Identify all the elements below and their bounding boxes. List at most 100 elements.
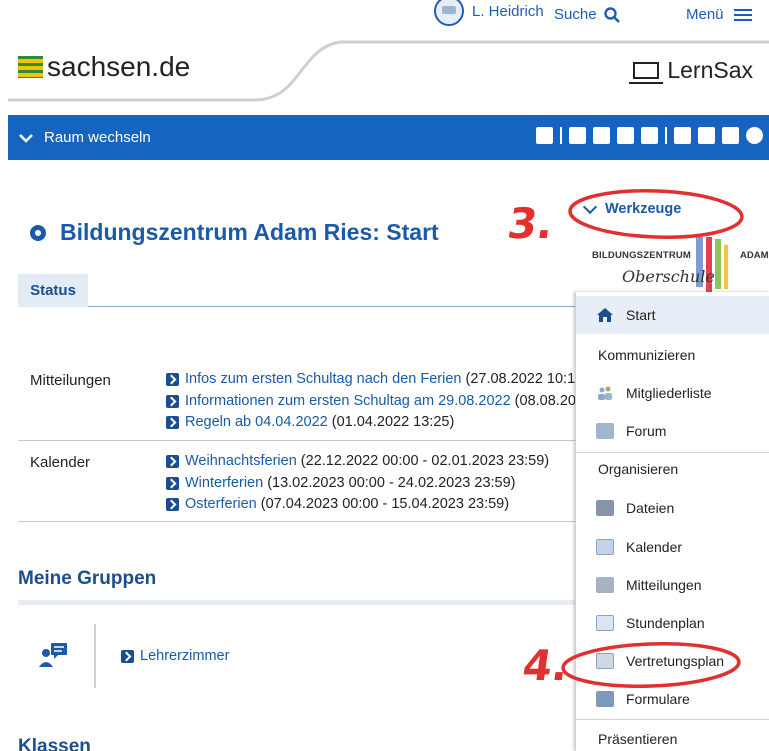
room-switch-button[interactable]: Raum wechseln	[8, 129, 151, 146]
arrow-bullet-icon	[166, 476, 179, 490]
tool-start[interactable]: Start	[576, 296, 769, 334]
tool-dateien[interactable]: Dateien	[576, 489, 769, 527]
annotation-step-3: 3.	[504, 199, 557, 248]
list-item[interactable]: Informationen zum ersten Schultag am 29.…	[166, 391, 578, 413]
mitteilung-link[interactable]: Informationen zum ersten Schultag am 29.…	[185, 393, 511, 409]
list-item[interactable]: Regeln ab 04.04.2022 (01.04.2022 13:25)	[166, 412, 578, 434]
tool-mitteilungen[interactable]: Mitteilungen	[576, 566, 769, 604]
chevron-down-icon	[19, 133, 33, 143]
room-switch-label: Raum wechseln	[44, 129, 151, 146]
tool-label: Mitgliederliste	[626, 385, 712, 401]
tool-label: Forum	[626, 423, 667, 439]
tools-menu: Start Kommunizieren Mitgliederliste Foru…	[575, 292, 769, 751]
mitteilung-meta: (27.08.2022 10:1	[461, 371, 576, 387]
substitution-plan-icon	[596, 653, 614, 669]
print-icon[interactable]	[722, 127, 739, 144]
arrow-bullet-icon	[166, 416, 179, 430]
tool-label: Formulare	[626, 691, 690, 707]
calendar-icon	[596, 539, 614, 555]
gruppen-list: Lehrerzimmer	[121, 646, 421, 668]
mitteilung-link[interactable]: Regeln ab 04.04.2022	[185, 414, 328, 430]
kalender-list: Weihnachtsferien (22.12.2022 00:00 - 02.…	[166, 451, 578, 516]
group-divider	[94, 624, 96, 688]
row-divider	[18, 440, 578, 441]
notice-icon	[596, 577, 614, 593]
school-name-line1: BILDUNGSZENTRUM	[592, 250, 692, 261]
page-title-text: Bildungszentrum Adam Ries: Start	[60, 219, 439, 245]
page-title: Bildungszentrum Adam Ries: Start	[30, 219, 439, 246]
arrow-bullet-icon	[166, 498, 179, 512]
arrow-bullet-icon	[121, 650, 134, 664]
klassen-heading: Klassen	[18, 736, 91, 751]
bookmark-icon[interactable]	[641, 127, 658, 144]
mitteilungen-list: Infos zum ersten Schultag nach den Ferie…	[166, 369, 578, 434]
arrow-bullet-icon	[166, 455, 179, 469]
kalender-label: Kalender	[30, 454, 91, 471]
school-name-line2: ADAM	[740, 250, 769, 261]
logo-stripe	[724, 245, 728, 289]
section-kommunizieren: Kommunizieren	[598, 347, 696, 363]
edit-icon[interactable]	[593, 127, 610, 144]
room-indicator-icon	[30, 224, 46, 241]
annotation-step-4: 4.	[519, 641, 572, 690]
logo-stripe	[715, 239, 721, 289]
mitteilung-meta: (08.08.20	[510, 392, 576, 409]
werkzeuge-toggle[interactable]: Werkzeuge	[582, 199, 682, 217]
gruppen-heading: Meine Gruppen	[18, 568, 157, 589]
app-name: LernSax	[667, 57, 753, 83]
tab-status[interactable]: Status	[18, 274, 88, 307]
arrow-bullet-icon	[166, 373, 179, 387]
sachsen-flag-icon	[18, 56, 43, 78]
section-divider	[18, 600, 578, 605]
login-icon[interactable]	[674, 127, 691, 144]
room-bar: Raum wechseln	[8, 115, 769, 160]
kalender-meta: (13.02.2023 00:00 - 24.02.2023 23:59)	[263, 474, 516, 491]
tool-label: Dateien	[626, 500, 675, 516]
room-toolbar	[536, 127, 763, 144]
list-item[interactable]: Infos zum ersten Schultag nach den Ferie…	[166, 369, 578, 391]
kalender-link[interactable]: Osterferien	[185, 496, 257, 512]
toolbar-divider	[560, 127, 562, 144]
help-icon[interactable]	[746, 127, 763, 144]
tool-mitgliederliste[interactable]: Mitgliederliste	[576, 374, 769, 412]
tool-label: Start	[626, 307, 656, 323]
sachsen-logo[interactable]: sachsen.de	[18, 51, 190, 83]
mitteilungen-label: Mitteilungen	[30, 372, 111, 389]
lernsax-logo[interactable]: LernSax	[629, 57, 753, 84]
tool-kalender[interactable]: Kalender	[576, 528, 769, 566]
mail-icon[interactable]	[569, 127, 586, 144]
tool-label: Mitteilungen	[626, 577, 702, 593]
list-item[interactable]: Lehrerzimmer	[121, 646, 421, 668]
members-icon	[596, 385, 614, 401]
row-divider	[18, 521, 578, 522]
werkzeuge-label: Werkzeuge	[605, 201, 682, 217]
gruppe-link[interactable]: Lehrerzimmer	[140, 646, 229, 668]
tool-forum[interactable]: Forum	[576, 412, 769, 450]
school-type: Oberschule	[622, 267, 715, 286]
kalender-meta: (22.12.2022 00:00 - 02.01.2023 23:59)	[296, 453, 550, 469]
toolbar-divider	[665, 127, 667, 144]
chevron-down-icon	[582, 199, 598, 214]
tool-label: Kalender	[626, 539, 683, 555]
mitteilung-link[interactable]: Infos zum ersten Schultag nach den Ferie…	[185, 371, 461, 387]
monitor-icon	[629, 62, 664, 84]
list-item[interactable]: Winterferien (13.02.2023 00:00 - 24.02.2…	[166, 473, 578, 495]
tool-vertretungsplan[interactable]: Vertretungsplan	[576, 642, 769, 680]
notes-icon[interactable]	[617, 127, 634, 144]
tool-stundenplan[interactable]: Stundenplan	[576, 604, 769, 642]
section-praesentieren: Präsentieren	[598, 731, 678, 747]
list-item[interactable]: Weihnachtsferien (22.12.2022 00:00 - 02.…	[166, 451, 578, 473]
school-logo: BILDUNGSZENTRUM ADAM Oberschule	[592, 237, 769, 293]
network-icon[interactable]	[698, 127, 715, 144]
kalender-link[interactable]: Weihnachtsferien	[185, 453, 297, 469]
tool-label: Stundenplan	[626, 615, 705, 631]
arrow-bullet-icon	[166, 394, 179, 408]
group-chat-icon	[39, 643, 67, 667]
forum-icon	[596, 423, 614, 439]
tools-icon[interactable]	[536, 127, 553, 144]
tool-formulare[interactable]: Formulare	[576, 680, 769, 718]
form-icon	[596, 691, 614, 707]
list-item[interactable]: Osterferien (07.04.2023 00:00 - 15.04.20…	[166, 494, 578, 516]
kalender-link[interactable]: Winterferien	[185, 475, 263, 491]
home-icon	[597, 308, 613, 322]
